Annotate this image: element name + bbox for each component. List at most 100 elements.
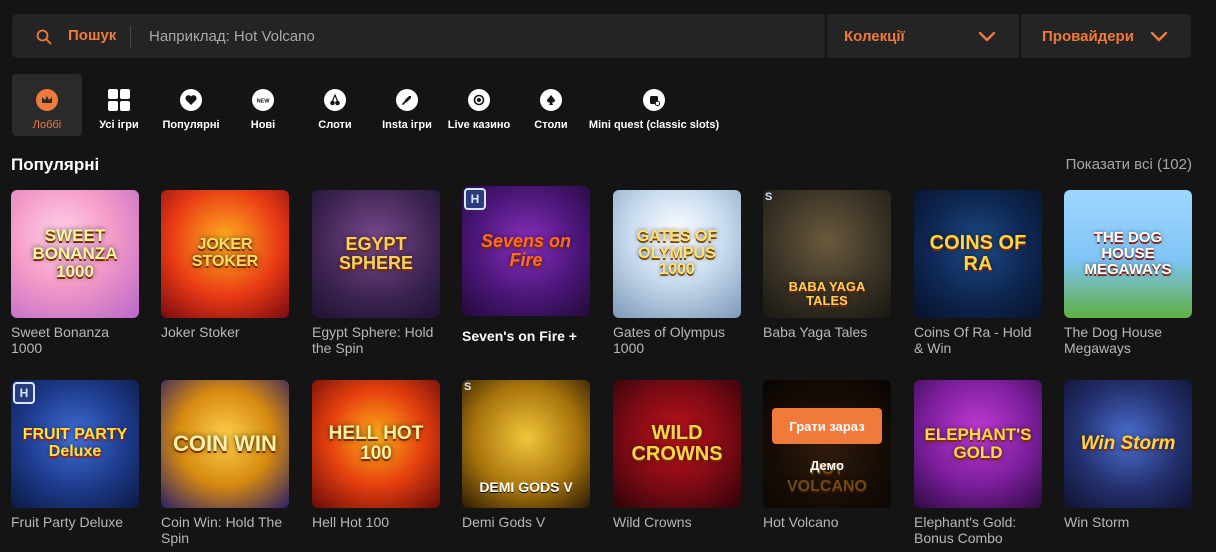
game-title: Hot Volcano: [763, 514, 839, 530]
spade-icon: [540, 89, 562, 111]
demo-button[interactable]: Демо: [810, 458, 844, 473]
provider-badge-icon: H: [13, 382, 35, 404]
game-card[interactable]: H FRUIT PARTY Deluxe Fruit Party Deluxe: [11, 380, 139, 530]
providers-dropdown[interactable]: Провайдери: [1021, 14, 1191, 58]
game-thumbnail[interactable]: WILD CROWNS: [613, 380, 741, 508]
provider-badge-icon: H: [464, 188, 486, 210]
game-title: Coins Of Ra - Hold & Win: [914, 324, 1032, 356]
game-title: Baba Yaga Tales: [763, 324, 868, 340]
game-art-text: SWEET BONANZA 1000: [32, 226, 118, 281]
game-thumbnail[interactable]: S DEMI GODS V: [462, 380, 590, 508]
game-title: Coin Win: Hold The Spin: [161, 514, 283, 546]
game-thumbnail[interactable]: COIN WIN: [161, 380, 289, 508]
search-divider: [130, 26, 131, 48]
tab-popular[interactable]: Популярні: [158, 74, 224, 136]
game-thumbnail[interactable]: S BABA YAGA TALES: [763, 190, 891, 318]
collections-label: Колекції: [844, 27, 905, 45]
game-thumbnail[interactable]: HOT VOLCANO Грати зараз Демо: [763, 380, 891, 508]
game-art-text: ELEPHANT'S GOLD: [924, 425, 1032, 462]
cherry-icon: [324, 89, 346, 111]
tab-tables[interactable]: Столи: [530, 74, 572, 136]
game-thumbnail[interactable]: EGYPT SPHERE: [312, 190, 440, 318]
new-icon: NEW: [252, 89, 274, 111]
search-bar: Пошук Колекції Провайдери: [12, 14, 1191, 58]
game-art-text: GATES OF OLYMPUS 1000: [636, 227, 718, 279]
game-art-text: JOKER STOKER: [191, 236, 259, 270]
game-card[interactable]: COIN WIN Coin Win: Hold The Spin: [161, 380, 289, 546]
tab-label: Нові: [250, 119, 276, 131]
game-card[interactable]: S DEMI GODS V Demi Gods V: [462, 380, 590, 530]
game-thumbnail[interactable]: SWEET BONANZA 1000: [11, 190, 139, 318]
crown-icon: [36, 89, 58, 111]
game-title: Elephant's Gold: Bonus Combo: [914, 514, 1017, 546]
game-title: Hell Hot 100: [312, 514, 390, 530]
tab-label: Популярні: [162, 119, 220, 131]
game-card[interactable]: COINS OF RA Coins Of Ra - Hold & Win: [914, 190, 1042, 356]
game-card[interactable]: WILD CROWNS Wild Crowns: [613, 380, 741, 530]
tab-new[interactable]: NEW Нові: [240, 74, 286, 136]
tab-label: Усі ігри: [99, 119, 139, 131]
tab-insta-games[interactable]: Insta ігри: [380, 74, 434, 136]
tab-label: Mini quest (classic slots): [588, 119, 720, 131]
game-art-text: EGYPT SPHERE: [338, 234, 414, 273]
tab-label: Insta ігри: [382, 119, 432, 131]
game-card[interactable]: HELL HOT 100 Hell Hot 100: [312, 380, 440, 530]
provider-badge-icon: S: [765, 191, 773, 203]
tab-label: Слоти: [318, 119, 352, 131]
game-art-text: FRUIT PARTY Deluxe: [22, 426, 128, 460]
tab-slots[interactable]: Слоти: [312, 74, 358, 136]
game-title: Seven's on Fire +: [462, 328, 577, 344]
game-title: Win Storm: [1064, 514, 1130, 530]
game-art-text: THE DOG HOUSE MEGAWAYS: [1084, 229, 1172, 278]
game-thumbnail[interactable]: H FRUIT PARTY Deluxe: [11, 380, 139, 508]
game-card[interactable]: EGYPT SPHERE Egypt Sphere: Hold the Spin: [312, 190, 440, 356]
game-thumbnail[interactable]: COINS OF RA: [914, 190, 1042, 318]
providers-label: Провайдери: [1042, 27, 1134, 45]
rocket-icon: [396, 89, 418, 111]
game-title: Fruit Party Deluxe: [11, 514, 124, 530]
provider-badge-icon: S: [464, 381, 472, 393]
game-art-text: COINS OF RA: [929, 232, 1027, 275]
quest-icon: [643, 89, 665, 111]
search-label: Пошук: [68, 27, 117, 44]
game-card[interactable]: H Sevens on Fire Seven's on Fire +: [462, 186, 590, 344]
chevron-down-icon: [978, 31, 996, 42]
game-thumbnail[interactable]: HELL HOT 100: [312, 380, 440, 508]
show-all-link[interactable]: Показати всі (102): [1066, 156, 1192, 173]
game-card[interactable]: Win Storm Win Storm: [1064, 380, 1192, 530]
game-art-text: Win Storm: [1080, 433, 1176, 455]
game-thumbnail[interactable]: THE DOG HOUSE MEGAWAYS: [1064, 190, 1192, 318]
tab-lobby[interactable]: Лоббі: [12, 74, 82, 136]
search-input[interactable]: [136, 20, 826, 52]
game-card[interactable]: JOKER STOKER Joker Stoker: [161, 190, 289, 340]
game-card[interactable]: THE DOG HOUSE MEGAWAYS The Dog House Meg…: [1064, 190, 1192, 356]
tab-mini-quest[interactable]: Mini quest (classic slots): [589, 74, 719, 136]
tab-label: Live казино: [447, 119, 511, 131]
search-icon[interactable]: [36, 29, 52, 45]
section-title: Популярні: [11, 155, 100, 174]
game-thumbnail[interactable]: ELEPHANT'S GOLD: [914, 380, 1042, 508]
game-thumbnail[interactable]: Win Storm: [1064, 380, 1192, 508]
game-card[interactable]: GATES OF OLYMPUS 1000 Gates of Olympus 1…: [613, 190, 741, 356]
tab-live-casino[interactable]: Live казино: [446, 74, 512, 136]
game-thumbnail[interactable]: JOKER STOKER: [161, 190, 289, 318]
game-art-text: COIN WIN: [173, 431, 277, 457]
category-tabs: Лоббі Усі ігри Популярні NEW Нові Слоти …: [0, 74, 1216, 136]
game-thumbnail[interactable]: H Sevens on Fire: [462, 186, 590, 316]
play-now-button[interactable]: Грати зараз: [772, 408, 882, 444]
game-card[interactable]: S BABA YAGA TALES Baba Yaga Tales: [763, 190, 891, 340]
game-title: Gates of Olympus 1000: [613, 324, 726, 356]
collections-dropdown[interactable]: Колекції: [827, 14, 1019, 58]
game-title: Wild Crowns: [613, 514, 692, 530]
game-card[interactable]: HOT VOLCANO Грати зараз Демо Hot Volcano: [763, 380, 891, 530]
game-card[interactable]: ELEPHANT'S GOLD Elephant's Gold: Bonus C…: [914, 380, 1042, 546]
game-card[interactable]: SWEET BONANZA 1000 Sweet Bonanza 1000: [11, 190, 139, 356]
game-art-text: BABA YAGA TALES: [788, 279, 866, 308]
game-title: Joker Stoker: [161, 324, 240, 340]
game-thumbnail[interactable]: GATES OF OLYMPUS 1000: [613, 190, 741, 318]
game-title: Egypt Sphere: Hold the Spin: [312, 324, 434, 356]
svg-text:NEW: NEW: [257, 99, 270, 105]
heart-icon: [180, 89, 202, 111]
tab-all-games[interactable]: Усі ігри: [92, 74, 146, 136]
tab-label: Столи: [534, 119, 568, 131]
